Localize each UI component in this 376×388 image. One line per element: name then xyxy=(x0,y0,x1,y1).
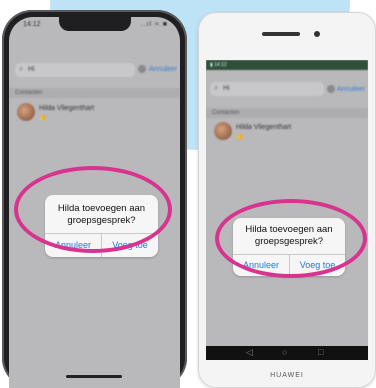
contact-status-emoji: 👍 xyxy=(236,134,244,140)
search-input[interactable]: ⌕ Hi xyxy=(15,63,135,77)
contact-name[interactable]: Hilda Vliegenthart xyxy=(236,124,291,131)
section-header-contacts: Contacten xyxy=(206,108,368,118)
cancel-search-button[interactable]: Annuleer xyxy=(337,86,365,93)
recents-icon[interactable]: □ xyxy=(318,347,323,357)
android-status-bar: ▮ 14:12 xyxy=(206,60,368,70)
highlight-ellipse xyxy=(215,199,367,278)
earpiece-speaker xyxy=(262,32,300,36)
search-icon: ⌕ xyxy=(214,83,219,92)
home-icon[interactable]: ○ xyxy=(282,347,287,357)
avatar xyxy=(17,103,35,121)
search-input[interactable]: ⌕ Hi xyxy=(210,82,324,96)
contact-status-emoji: 👍 xyxy=(39,115,47,121)
iphone-notch xyxy=(59,17,131,31)
clear-search-icon[interactable] xyxy=(138,65,146,73)
status-time: 14:12 xyxy=(23,21,41,28)
search-text: Hi xyxy=(28,66,35,73)
section-header-contacts: Contacten xyxy=(9,88,180,98)
search-text: Hi xyxy=(223,85,230,92)
android-nav-bar: ◁ ○ □ xyxy=(206,346,368,360)
brand-logo: HUAWEI xyxy=(270,372,304,379)
contact-name[interactable]: Hilda Vliegenthart xyxy=(39,105,94,112)
cancel-search-button[interactable]: Annuleer xyxy=(149,66,177,73)
status-icons: ..ıl ≈ ■ xyxy=(140,21,168,28)
front-camera xyxy=(314,31,320,37)
home-indicator[interactable] xyxy=(66,375,122,378)
avatar xyxy=(214,122,232,140)
search-icon: ⌕ xyxy=(19,64,24,73)
back-icon[interactable]: ◁ xyxy=(246,347,253,358)
clear-search-icon[interactable] xyxy=(327,85,335,93)
highlight-ellipse xyxy=(14,166,172,253)
